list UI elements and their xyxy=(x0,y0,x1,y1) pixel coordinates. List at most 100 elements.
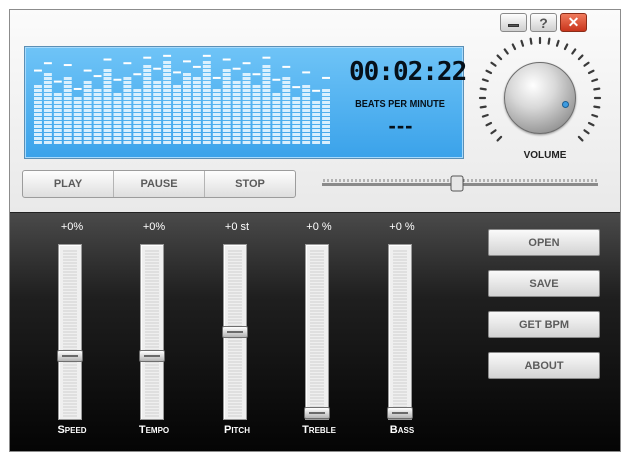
spectrum-segment xyxy=(93,109,102,112)
spectrum-peak xyxy=(242,62,251,65)
spectrum-segment xyxy=(222,129,231,132)
spectrum-segment xyxy=(63,89,72,92)
minimize-button[interactable] xyxy=(500,13,527,32)
spectrum-segment xyxy=(143,77,152,80)
play-button[interactable]: PLAY xyxy=(23,171,114,197)
slider-thumb[interactable] xyxy=(387,407,413,419)
spectrum-segment xyxy=(202,109,211,112)
spectrum-segment xyxy=(222,105,231,108)
spectrum-segment xyxy=(163,105,172,108)
spectrum-segment xyxy=(282,141,291,144)
spectrum-segment xyxy=(302,129,311,132)
bottom-panel: +0% Speed +0% Tempo +0 st Pitch +0 % Tre… xyxy=(10,212,620,451)
volume-label: VOLUME xyxy=(523,150,567,161)
spectrum-segment xyxy=(173,93,181,96)
spectrum-segment xyxy=(113,117,122,120)
spectrum-segment xyxy=(113,97,122,100)
spectrum-segment xyxy=(133,105,142,108)
spectrum-segment xyxy=(143,69,152,72)
spectrum-segment xyxy=(73,113,82,116)
spectrum-segment xyxy=(34,137,42,140)
spectrum-segment xyxy=(34,85,42,88)
volume-knob[interactable] xyxy=(504,62,576,134)
spectrum-segment xyxy=(103,93,112,96)
spectrum-segment xyxy=(43,77,52,80)
slider-thumb[interactable] xyxy=(222,326,248,338)
spectrum-segment xyxy=(53,125,62,128)
spectrum-segment xyxy=(282,77,291,80)
spectrum-segment xyxy=(202,61,211,64)
spectrum-segment xyxy=(282,105,291,108)
spectrum-segment xyxy=(123,137,132,140)
help-button[interactable]: ? xyxy=(530,13,557,32)
spectrum-segment xyxy=(34,125,42,128)
spectrum-segment xyxy=(143,105,152,108)
spectrum-segment xyxy=(43,133,52,136)
spectrum-peak xyxy=(202,54,211,57)
spectrum-segment xyxy=(232,93,241,96)
spectrum-segment xyxy=(153,81,162,84)
spectrum-segment xyxy=(63,121,72,124)
spectrum-segment xyxy=(34,97,42,100)
spectrum-segment xyxy=(262,89,271,92)
close-button[interactable]: ✕ xyxy=(560,13,587,32)
stop-button[interactable]: STOP xyxy=(205,171,295,197)
slider-thumb[interactable] xyxy=(57,350,83,362)
spectrum-segment xyxy=(34,89,42,92)
volume-tick xyxy=(520,39,525,47)
about-button[interactable]: ABOUT xyxy=(488,352,600,379)
pitch-slider[interactable] xyxy=(222,244,248,420)
speed-slider[interactable] xyxy=(57,244,83,420)
spectrum-segment xyxy=(63,125,72,128)
spectrum-segment xyxy=(34,121,42,124)
spectrum-segment xyxy=(232,125,241,128)
spectrum-segment xyxy=(103,113,112,116)
slider-thumb[interactable] xyxy=(304,407,330,419)
spectrum-segment xyxy=(262,97,271,100)
spectrum-peak xyxy=(43,62,52,65)
spectrum-segment xyxy=(282,125,291,128)
spectrum-segment xyxy=(262,73,271,76)
spectrum-segment xyxy=(133,141,142,144)
spectrum-peak xyxy=(282,65,291,68)
spectrum-segment xyxy=(252,109,261,112)
save-button[interactable]: SAVE xyxy=(488,270,600,297)
spectrum-segment xyxy=(252,85,261,88)
spectrum-band xyxy=(262,56,271,144)
spectrum-segment xyxy=(202,121,211,124)
pause-button[interactable]: PAUSE xyxy=(114,171,205,197)
open-button[interactable]: OPEN xyxy=(488,229,600,256)
tempo-slider[interactable] xyxy=(139,244,165,420)
spectrum-segment xyxy=(173,89,181,92)
spectrum-segment xyxy=(222,109,231,112)
spectrum-segment xyxy=(192,109,201,112)
spectrum-band xyxy=(143,56,152,144)
spectrum-segment xyxy=(83,89,92,92)
spectrum-segment xyxy=(232,105,241,108)
tempo-label: Tempo xyxy=(138,424,170,436)
spectrum-segment xyxy=(212,129,221,132)
spectrum-segment xyxy=(192,81,201,84)
spectrum-band xyxy=(83,69,92,144)
spectrum-segment xyxy=(192,137,201,140)
spectrum-segment xyxy=(302,101,311,104)
seek-slider[interactable] xyxy=(322,174,598,194)
spectrum-segment xyxy=(242,109,251,112)
bass-slider[interactable] xyxy=(387,244,413,420)
spectrum-segment xyxy=(53,129,62,132)
spectrum-band xyxy=(202,54,211,144)
spectrum-segment xyxy=(252,133,261,136)
spectrum-segment xyxy=(272,125,281,128)
treble-slider[interactable] xyxy=(304,244,330,420)
spectrum-segment xyxy=(83,125,92,128)
get-bpm-button[interactable]: GET BPM xyxy=(488,311,600,338)
spectrum-segment xyxy=(202,73,211,76)
spectrum-segment xyxy=(202,101,211,104)
slider-thumb[interactable] xyxy=(139,350,165,362)
spectrum-segment xyxy=(252,97,261,100)
spectrum-segment xyxy=(173,113,181,116)
spectrum-segment xyxy=(242,81,251,84)
spectrum-segment xyxy=(43,109,52,112)
spectrum-segment xyxy=(143,129,152,132)
spectrum-segment xyxy=(83,117,92,120)
